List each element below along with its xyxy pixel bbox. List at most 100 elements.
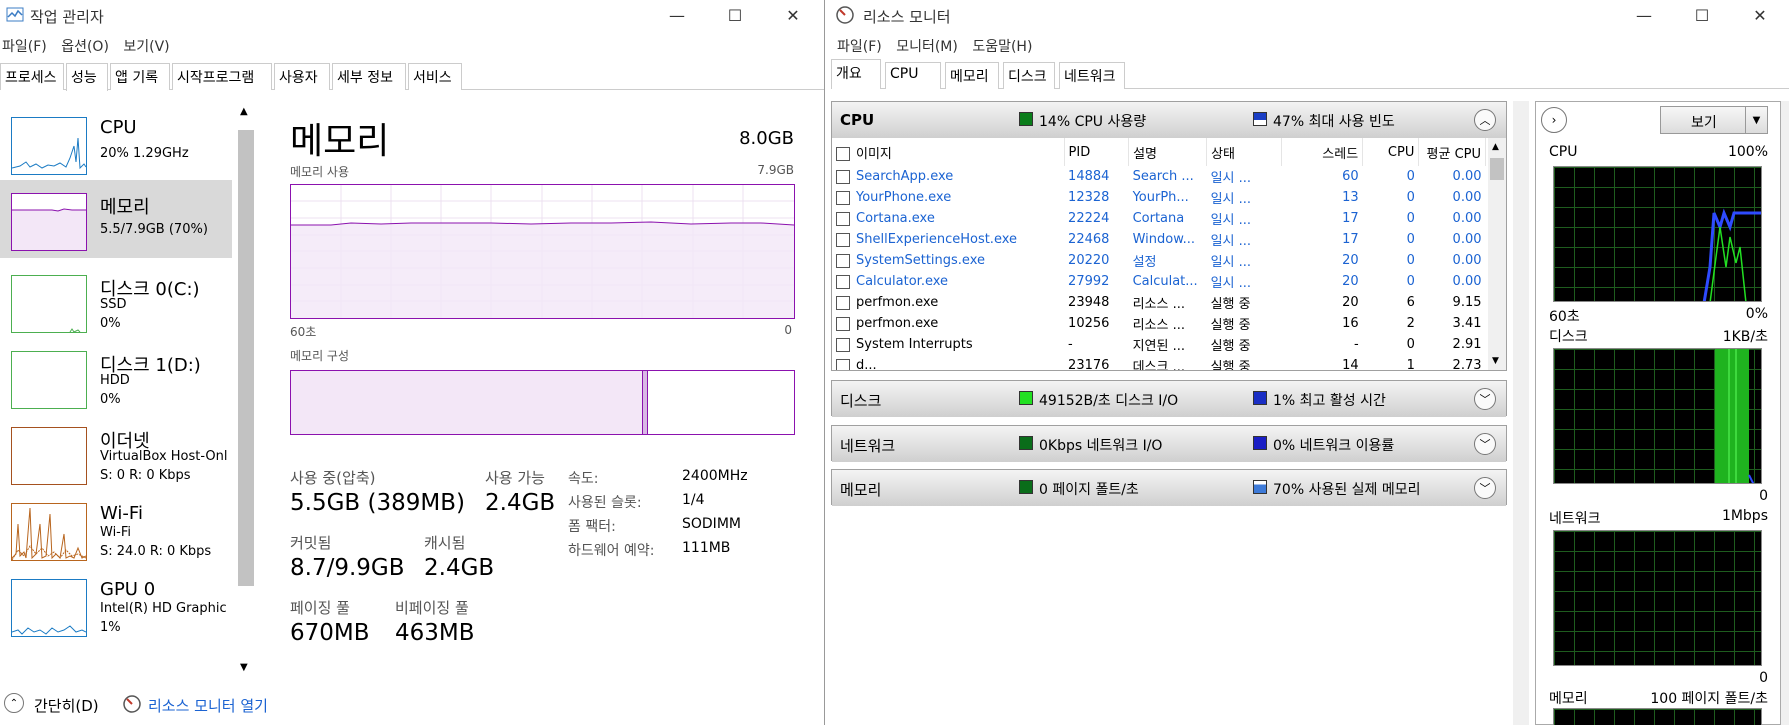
cpu-graph-time: 60초 (1549, 309, 1580, 325)
table-row[interactable]: YourPhone.exe 12328 YourPh... 일시 ... 13 0 0.00 (832, 187, 1486, 208)
scroll-down-arrow-icon[interactable]: ▼ (1492, 356, 1499, 366)
chevron-up-icon[interactable]: ⌃ (4, 693, 24, 713)
proc-pid: 23176 (1068, 358, 1110, 370)
table-row[interactable]: d... 23176 데스크 ... 실행 중 14 1 2.73 (832, 355, 1486, 370)
col-image[interactable]: 이미지 (832, 138, 1065, 166)
table-row[interactable]: SearchApp.exe 14884 Search ... 일시 ... 60 0 0.0… (832, 166, 1486, 187)
sidebar-item-gpu[interactable]: GPU 0 Intel(R) HD Graphic 1% (0, 566, 232, 644)
sidebar-scrollbar[interactable]: ▲ ▼ (236, 106, 256, 676)
memory-graph (1553, 708, 1762, 725)
rm-menu-file[interactable]: 파일(F) (835, 34, 890, 56)
table-row[interactable]: SystemSettings.exe 20220 설정 일시 ... 20 0 0.00 (832, 250, 1486, 271)
close-button[interactable]: ✕ (764, 0, 822, 30)
proc-pid: 12328 (1068, 190, 1110, 205)
chevron-down-icon[interactable]: ▼ (1745, 107, 1767, 133)
rm-maximize-button[interactable]: ☐ (1673, 0, 1731, 30)
row-checkbox[interactable] (836, 190, 850, 205)
table-row[interactable]: System Interrupts - 지연된 ... 실행 중 -0 2.91 (832, 334, 1486, 355)
proc-description: Calculat... (1132, 274, 1198, 289)
col-cpu[interactable]: CPU (1362, 138, 1420, 166)
row-checkbox[interactable] (836, 274, 850, 289)
row-checkbox[interactable] (836, 232, 850, 247)
col-pid[interactable]: PID (1064, 138, 1130, 166)
menu-view[interactable]: 보기(V) (121, 34, 177, 56)
row-checkbox[interactable] (836, 295, 850, 310)
cpu-panel-header[interactable]: CPU 14% CPU 사용량 47% 최대 사용 빈도 ︿ (832, 102, 1506, 138)
table-row[interactable]: Cortana.exe 22224 Cortana 일시 ... 17 0 0.00 (832, 208, 1486, 229)
sidebar-item-cpu[interactable]: CPU 20% 1.29GHz (0, 104, 232, 182)
proc-avg-cpu: 0.00 (1452, 190, 1482, 205)
table-row[interactable]: ShellExperienceHost.exe 22468 Window... 일시 … (832, 229, 1486, 250)
proc-cpu: 2 (1406, 316, 1415, 331)
sidebar-item-disk0[interactable]: 디스크 0(C:) SSD 0% (0, 262, 232, 340)
main-scrollbar[interactable] (1513, 101, 1529, 725)
table-row[interactable]: perfmon.exe 23948 리소스 ... 실행 중 20 6 9.15 (832, 292, 1486, 313)
collapse-cpu-icon[interactable]: ︿ (1474, 109, 1496, 131)
select-all-checkbox[interactable] (836, 147, 850, 161)
proc-avg-cpu: 2.73 (1452, 358, 1482, 370)
proc-description: Cortana (1132, 211, 1185, 226)
sidebar-scroll-thumb[interactable] (238, 130, 254, 586)
tab-app-history[interactable]: 앱 기록 (110, 63, 170, 90)
row-checkbox[interactable] (836, 253, 850, 268)
in-use-value: 5.5GB (389MB) (290, 490, 465, 516)
expand-memory-icon[interactable]: ﹀ (1474, 477, 1496, 499)
tab-services[interactable]: 서비스 (408, 63, 462, 90)
rm-menu-monitor[interactable]: 모니터(M) (894, 34, 966, 56)
sidebar-item-disk1[interactable]: 디스크 1(D:) HDD 0% (0, 338, 232, 416)
col-avg-cpu[interactable]: 평균 CPU (1418, 138, 1486, 166)
rm-tab-disk[interactable]: 디스크 (1003, 62, 1055, 89)
tab-startup[interactable]: 시작프로그램 (172, 63, 272, 90)
col-description[interactable]: 설명 (1128, 138, 1208, 166)
rm-menu-help[interactable]: 도움말(H) (970, 34, 1040, 56)
maximize-button[interactable]: ☐ (706, 0, 764, 30)
tab-users[interactable]: 사용자 (274, 63, 330, 90)
expand-network-icon[interactable]: ﹀ (1474, 433, 1496, 455)
rm-title: 리소스 모니터 (863, 8, 951, 26)
network-panel[interactable]: 네트워크 0Kbps 네트워크 I/O 0% 네트워크 이용률 ﹀ (831, 425, 1507, 462)
tm-titlebar[interactable]: 작업 관리자 — ☐ ✕ (0, 0, 824, 30)
sidebar-item-memory[interactable]: 메모리 5.5/7.9GB (70%) (0, 180, 232, 258)
row-checkbox[interactable] (836, 169, 850, 184)
table-row[interactable]: perfmon.exe 10256 리소스 ... 실행 중 16 2 3.41 (832, 313, 1486, 334)
col-status[interactable]: 상태 (1206, 138, 1283, 166)
rm-titlebar[interactable]: 리소스 모니터 — ☐ ✕ (825, 0, 1789, 30)
row-checkbox[interactable] (836, 337, 850, 352)
minimize-button[interactable]: — (648, 0, 706, 30)
rm-tab-cpu[interactable]: CPU (885, 62, 941, 89)
rm-close-button[interactable]: ✕ (1731, 0, 1789, 30)
memory-panel[interactable]: 메모리 0 페이지 폴트/초 70% 사용된 실제 메모리 ﹀ (831, 469, 1507, 506)
rm-tab-network[interactable]: 네트워크 (1059, 62, 1125, 89)
expand-disk-icon[interactable]: ﹀ (1474, 388, 1496, 410)
tab-processes[interactable]: 프로세스 (0, 63, 64, 90)
rm-tab-memory[interactable]: 메모리 (945, 62, 999, 89)
row-checkbox[interactable] (836, 211, 850, 226)
disk-panel[interactable]: 디스크 49152B/초 디스크 I/O 1% 최고 활성 시간 ﹀ (831, 380, 1507, 417)
proc-pid: 27992 (1068, 274, 1110, 289)
col-threads[interactable]: 스레드 (1281, 138, 1364, 166)
view-dropdown-button[interactable]: 보기 ▼ (1660, 106, 1768, 134)
menu-file[interactable]: 파일(F) (0, 34, 55, 56)
sidebar-item-wifi[interactable]: Wi-Fi Wi-Fi S: 24.0 R: 0 Kbps (0, 490, 232, 568)
cpu-table-scrollbar[interactable]: ▲ ▼ (1488, 138, 1506, 370)
row-checkbox[interactable] (836, 316, 850, 331)
sidebar-item-ethernet[interactable]: 이더넷 VirtualBox Host-Onl S: 0 R: 0 Kbps (0, 414, 232, 492)
menu-options[interactable]: 옵션(O) (59, 34, 117, 56)
table-row[interactable]: Calculator.exe 27992 Calculat... 일시 ... 20 0 0… (832, 271, 1486, 292)
hide-graphs-icon[interactable]: › (1541, 107, 1567, 133)
open-resource-monitor-link[interactable]: 리소스 모니터 열기 (148, 695, 268, 716)
cpu-panel: CPU 14% CPU 사용량 47% 최대 사용 빈도 ︿ 이미지 PID 설… (831, 101, 1507, 371)
scroll-down-arrow-icon[interactable]: ▼ (240, 662, 248, 673)
cpu-table-scroll-thumb[interactable] (1490, 158, 1504, 180)
rm-minimize-button[interactable]: — (1615, 0, 1673, 30)
rm-tab-overview[interactable]: 개요 (831, 59, 881, 89)
paged-pool-value: 670MB (290, 620, 370, 646)
tab-details[interactable]: 세부 정보 (332, 63, 406, 90)
tab-performance[interactable]: 성능 (66, 63, 108, 91)
fewer-details-link[interactable]: 간단히(D) (34, 695, 99, 716)
row-checkbox[interactable] (836, 358, 850, 370)
disk-active-indicator (1253, 391, 1267, 405)
scroll-up-arrow-icon[interactable]: ▲ (1492, 142, 1499, 152)
scroll-up-arrow-icon[interactable]: ▲ (240, 106, 248, 117)
graphs-scrollbar[interactable] (1781, 101, 1789, 725)
